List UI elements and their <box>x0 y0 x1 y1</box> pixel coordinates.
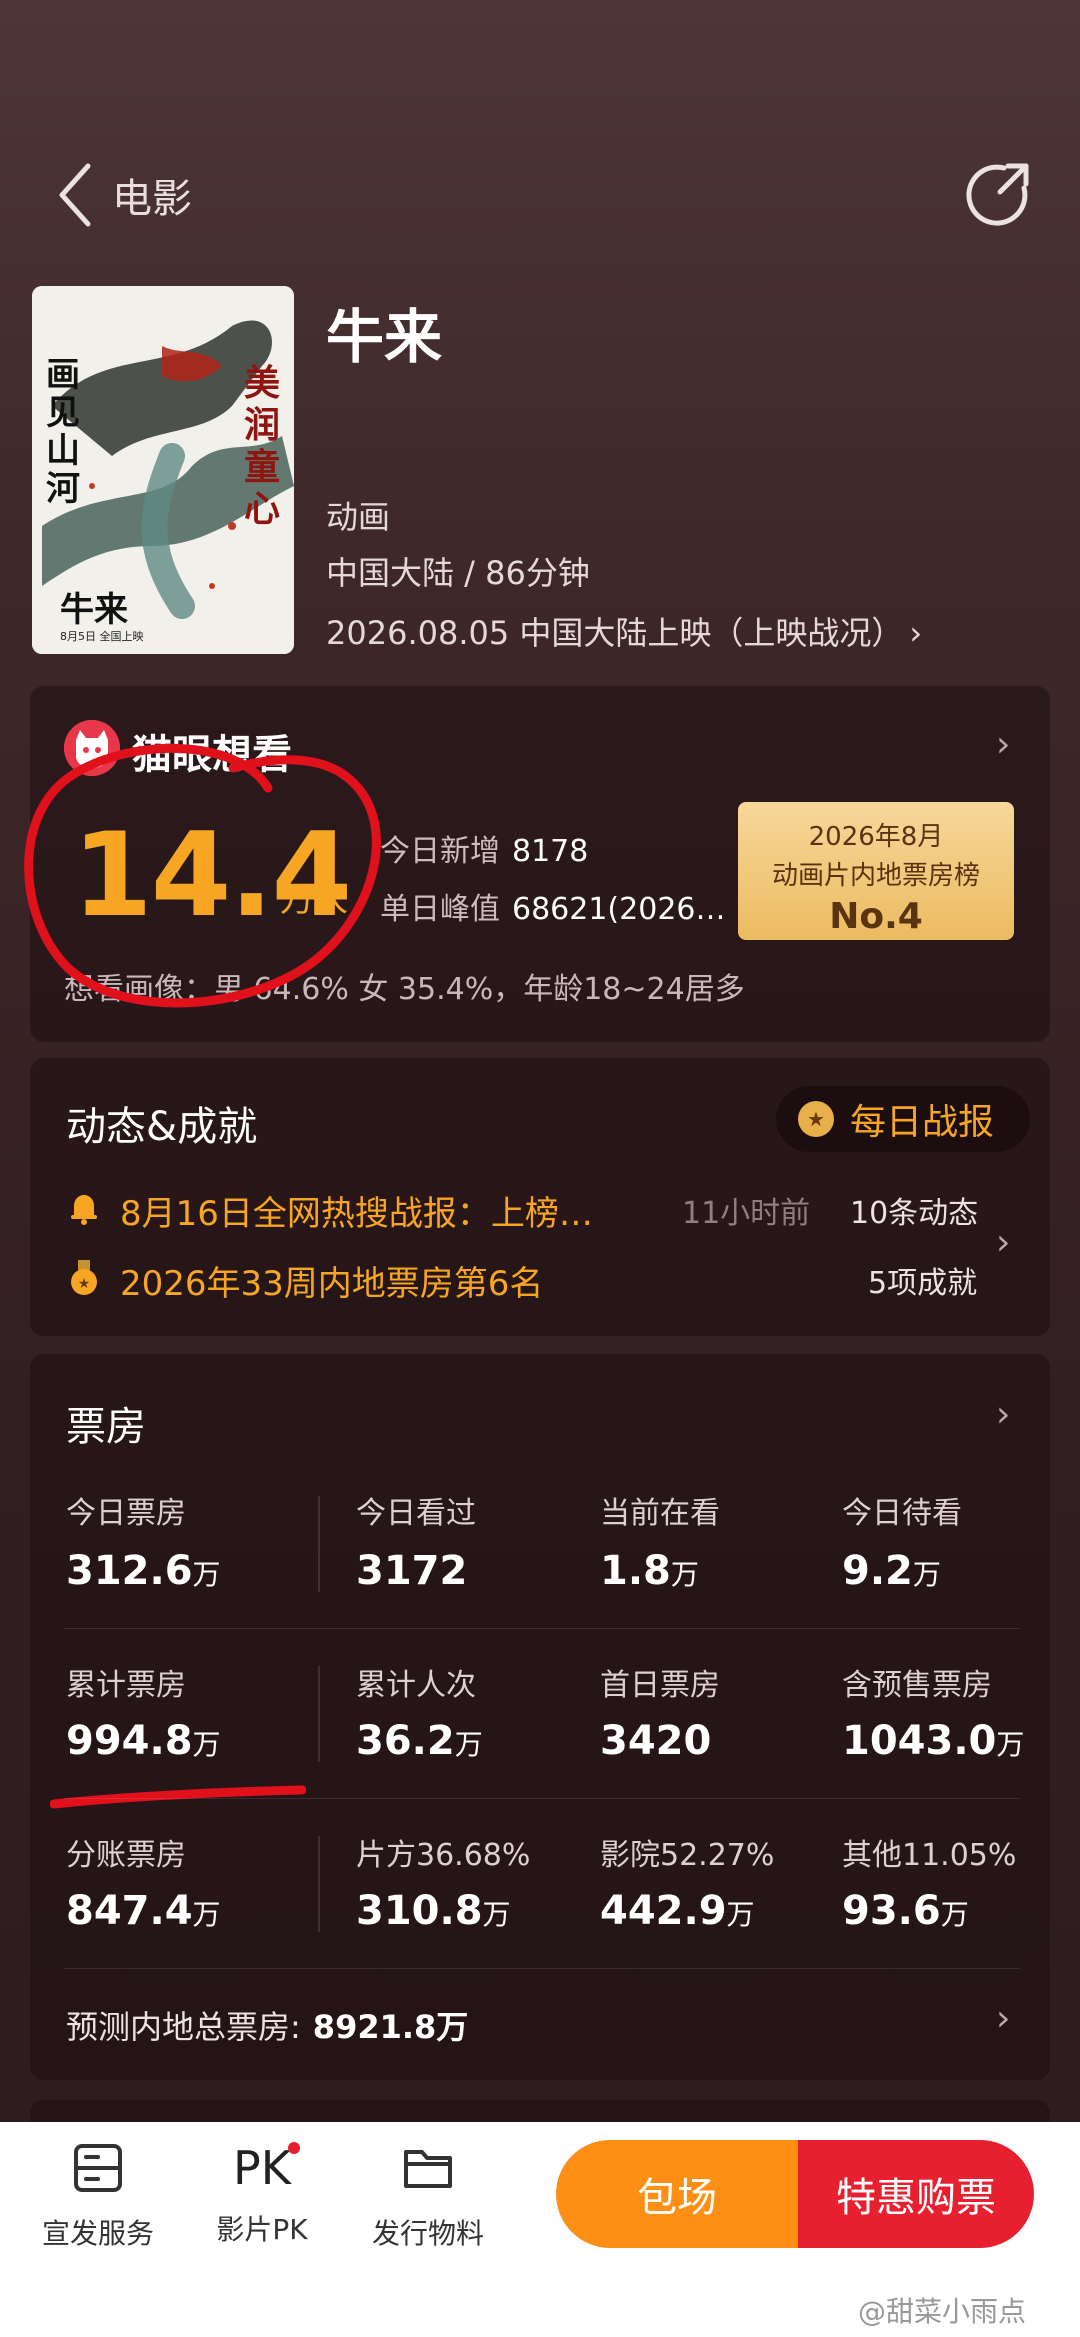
achievement-count: 5项成就 <box>868 1266 978 1301</box>
bo-label: 片方36.68% <box>356 1838 531 1873</box>
bo-label: 今日票房 <box>66 1496 186 1531</box>
movie-pk-label: 影片PK <box>216 2213 308 2246</box>
back-arrow-icon[interactable] <box>54 160 98 230</box>
peak-value: 68621(2026… <box>512 892 726 927</box>
bell-icon <box>66 1190 102 1226</box>
red-underline-annotation <box>50 1785 306 1809</box>
bo-value: 93.6万 <box>842 1888 969 1934</box>
column-divider <box>318 1836 320 1932</box>
row-divider <box>64 1798 1020 1799</box>
daily-report-label: 每日战报 <box>850 1102 995 1143</box>
red-circle-annotation <box>24 743 381 1008</box>
news-item-2[interactable]: 2026年33周内地票房第6名 <box>120 1256 543 1305</box>
chevron-right-icon: › <box>909 614 923 652</box>
bo-label: 今日待看 <box>842 1496 962 1531</box>
watermark: @甜菜小雨点 <box>858 2295 1027 2328</box>
rank-badge-category: 动画片内地票房榜 <box>771 861 980 891</box>
bo-label: 含预售票房 <box>842 1668 992 1703</box>
bo-label: 影院52.27% <box>600 1838 775 1873</box>
poster-slogan-right: 美润童心 <box>244 362 281 530</box>
chevron-right-icon[interactable]: › <box>996 1998 1010 2039</box>
buy-ticket-button[interactable]: 特惠购票 <box>798 2140 1034 2248</box>
rank-badge-rank: No.4 <box>829 896 923 937</box>
medal-icon: ★ <box>798 1101 834 1137</box>
bo-label: 当前在看 <box>600 1496 720 1531</box>
forecast-label: 预测内地总票房: <box>66 2008 301 2046</box>
bo-label: 累计票房 <box>66 1668 186 1703</box>
bo-value: 36.2万 <box>356 1718 483 1764</box>
distribution-materials-label: 发行物料 <box>371 2217 484 2250</box>
peak-stat: 单日峰值 68621(2026… <box>380 884 726 928</box>
news-item-1-time: 11小时前 <box>682 1196 811 1231</box>
bo-value: 1043.0万 <box>842 1718 1025 1764</box>
forecast-row[interactable]: 预测内地总票房: 8921.8万 <box>66 2002 468 2048</box>
bo-label: 其他11.05% <box>842 1838 1017 1873</box>
bo-value: 3420 <box>600 1718 712 1764</box>
promo-service-button[interactable]: 宣发服务 <box>28 2140 168 2252</box>
bo-value: 1.8万 <box>600 1548 699 1594</box>
box-office-title: 票房 <box>66 1404 146 1450</box>
bo-value: 847.4万 <box>66 1888 221 1934</box>
column-divider <box>318 1496 320 1592</box>
forecast-value: 8921.8万 <box>312 2008 469 2046</box>
daily-report-button[interactable]: ★ 每日战报 <box>776 1086 1030 1152</box>
server-icon <box>74 2144 122 2192</box>
today-new-value: 8178 <box>512 834 589 869</box>
bo-label: 分账票房 <box>66 1838 186 1873</box>
bo-value: 9.2万 <box>842 1548 941 1594</box>
poster-slogan-left: 画见山河 <box>46 355 80 509</box>
svg-text:★: ★ <box>78 1276 91 1292</box>
box-office-card <box>30 1354 1050 2080</box>
bo-label: 今日看过 <box>356 1496 476 1531</box>
news-title: 动态&成就 <box>66 1104 258 1150</box>
release-text: 2026.08.05 中国大陆上映（上映战况） <box>326 614 904 652</box>
chevron-right-icon[interactable]: › <box>996 1222 1010 1263</box>
bo-label: 首日票房 <box>600 1668 720 1703</box>
medal-icon: ★ <box>68 1260 100 1296</box>
private-screening-button[interactable]: 包场 <box>556 2140 798 2248</box>
poster-title: 牛来 <box>60 590 128 630</box>
share-icon[interactable] <box>964 160 1032 228</box>
bo-value: 310.8万 <box>356 1888 511 1934</box>
row-divider <box>64 1628 1020 1629</box>
movie-title: 牛来 <box>326 303 443 371</box>
bo-value: 994.8万 <box>66 1718 221 1764</box>
movie-pk-button[interactable]: PK 影片PK <box>192 2140 332 2248</box>
movie-region-duration: 中国大陆 / 86分钟 <box>326 554 590 592</box>
pk-icon: PK <box>233 2141 291 2195</box>
rank-badge[interactable]: 2026年8月 动画片内地票房榜 No.4 <box>738 802 1014 940</box>
chevron-right-icon[interactable]: › <box>996 724 1010 765</box>
row-divider <box>64 1968 1020 1969</box>
bo-label: 累计人次 <box>356 1668 476 1703</box>
distribution-materials-button[interactable]: 发行物料 <box>358 2140 498 2252</box>
folder-icon <box>404 2150 452 2188</box>
poster-date: 8月5日 全国上映 <box>60 630 144 643</box>
news-count: 10条动态 <box>850 1196 979 1231</box>
notification-dot <box>288 2142 300 2154</box>
bo-value: 442.9万 <box>600 1888 755 1934</box>
rank-badge-period: 2026年8月 <box>808 822 944 852</box>
bo-value: 3172 <box>356 1548 468 1594</box>
movie-poster[interactable]: 画见山河 美润童心 牛来 8月5日 全国上映 <box>32 286 294 654</box>
bo-value: 312.6万 <box>66 1548 221 1594</box>
header-title: 电影 <box>112 176 192 222</box>
movie-release-link[interactable]: 2026.08.05 中国大陆上映（上映战况） › <box>326 608 922 654</box>
column-divider <box>318 1666 320 1762</box>
news-item-1[interactable]: 8月16日全网热搜战报：上榜… <box>120 1186 593 1235</box>
chevron-right-icon[interactable]: › <box>996 1394 1010 1435</box>
movie-genre: 动画 <box>326 498 391 536</box>
promo-service-label: 宣发服务 <box>41 2217 154 2250</box>
